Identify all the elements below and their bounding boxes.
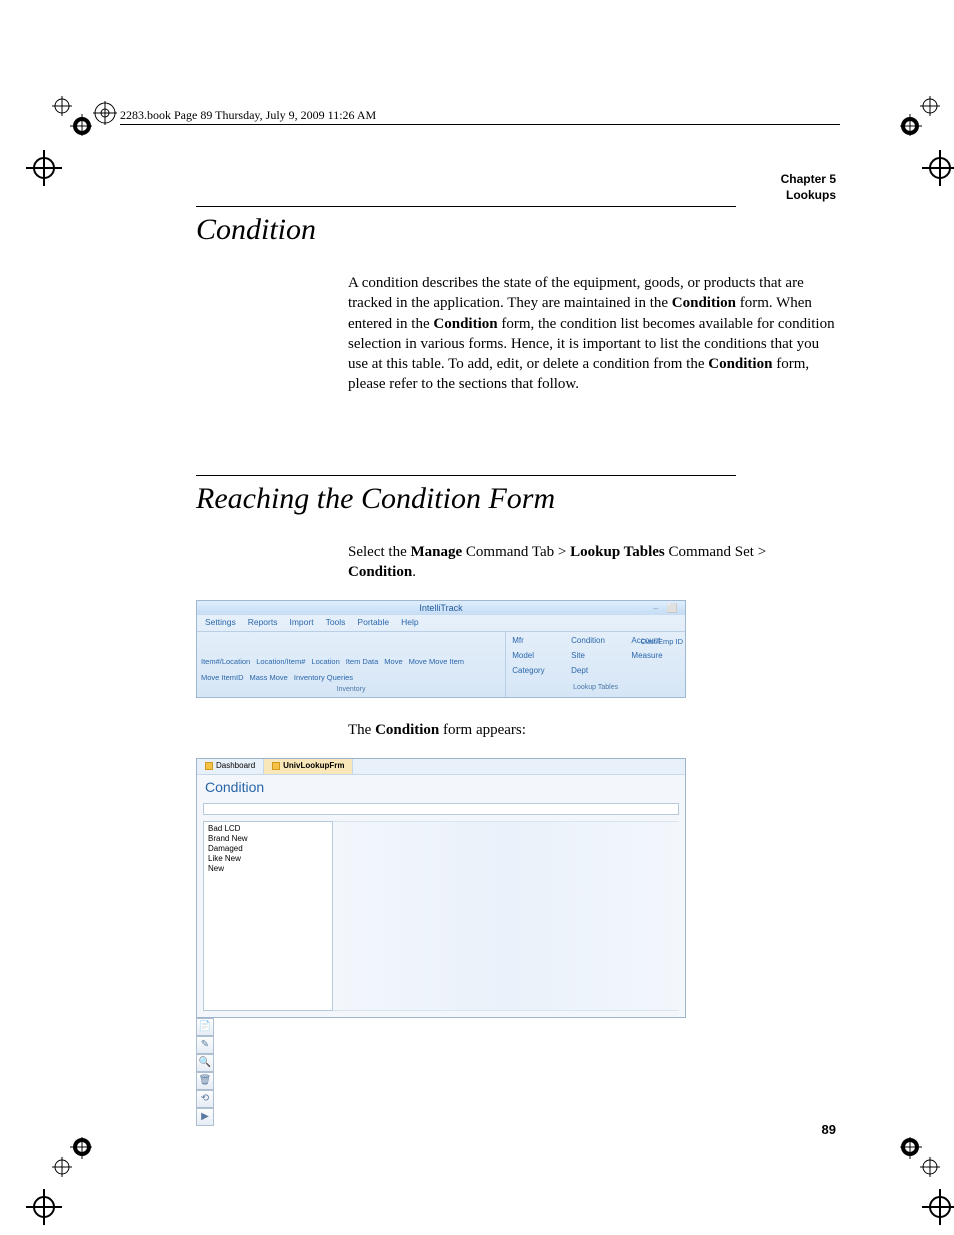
crosshair-icon (24, 148, 64, 188)
ribbon-tab[interactable]: Portable (357, 617, 389, 628)
regmark-icon (52, 1137, 92, 1177)
ribbon-item[interactable]: Cust/Emp ID (640, 638, 683, 646)
slug-ornament-icon (90, 98, 120, 133)
header-slug: 2283.book Page 89 Thursday, July 9, 2009… (120, 108, 376, 123)
condition-form-screenshot: Dashboard UnivLookupFrm Condition Bad LC… (196, 758, 686, 1126)
ribbon-item[interactable]: Mfr (512, 636, 561, 650)
section-title-reaching: Reaching the Condition Form (196, 482, 836, 516)
crosshair-icon (24, 1187, 64, 1227)
condition-appears-paragraph: The Condition form appears: (348, 720, 836, 740)
list-item[interactable]: Bad LCD (208, 824, 328, 834)
page-number: 89 (822, 1122, 836, 1137)
ribbon-item[interactable]: Dept (571, 666, 621, 680)
chapter-number: Chapter 5 (781, 172, 836, 188)
reaching-paragraph: Select the Manage Command Tab > Lookup T… (348, 542, 836, 583)
regmark-icon (900, 96, 940, 136)
condition-paragraph: A condition describes the state of the e… (348, 273, 836, 395)
ribbon-tabs: Settings Reports Import Tools Portable H… (197, 615, 685, 631)
ribbon-item[interactable]: Model (512, 651, 561, 665)
ribbon-screenshot: IntelliTrack – ⬜ Settings Reports Import… (196, 600, 686, 698)
ribbon-item[interactable]: Move Move Item (409, 657, 464, 667)
ribbon-item[interactable]: Site (571, 651, 621, 665)
chapter-heading: Chapter 5 Lookups (781, 172, 836, 203)
list-item[interactable]: New (208, 864, 328, 874)
list-item[interactable]: Brand New (208, 834, 328, 844)
section-title-condition: Condition (196, 213, 836, 247)
ribbon-item[interactable]: Item Data (346, 657, 379, 667)
section-rule (196, 206, 736, 207)
tab-icon (205, 762, 213, 770)
search-input[interactable] (203, 803, 679, 815)
ribbon-group-lookup: Mfr Condition Account Model Site Measure… (506, 632, 685, 697)
ribbon-item[interactable]: Move ItemID (201, 673, 244, 683)
window-buttons[interactable]: – ⬜ (653, 602, 681, 614)
toolbar-delete-button[interactable]: 🗑 (196, 1072, 214, 1090)
tab-icon (272, 762, 280, 770)
app-title: IntelliTrack (419, 603, 462, 613)
toolbar-find-button[interactable]: 🔍 (196, 1054, 214, 1072)
ribbon-item[interactable]: Category (512, 666, 561, 680)
tab-dashboard[interactable]: Dashboard (197, 759, 264, 774)
ribbon-item[interactable]: Location/Item# (256, 657, 305, 667)
ribbon-item[interactable]: Mass Move (250, 673, 288, 683)
ribbon-tab[interactable]: Help (401, 617, 418, 628)
tab-univlookupfrm[interactable]: UnivLookupFrm (264, 759, 353, 774)
crosshair-icon (920, 148, 954, 188)
ribbon-tab[interactable]: Import (289, 617, 313, 628)
crosshair-icon (920, 1187, 954, 1227)
ribbon-item[interactable] (631, 666, 679, 680)
section-rule (196, 475, 736, 476)
ribbon-tab[interactable]: Reports (248, 617, 278, 628)
chapter-title: Lookups (781, 188, 836, 204)
form-toolbar: 📄 ✎ 🔍 🗑 ⟲ ▶ (196, 1018, 686, 1126)
detail-panel (333, 821, 679, 1011)
list-item[interactable]: Damaged (208, 844, 328, 854)
ribbon-item[interactable]: Inventory Queries (294, 673, 353, 683)
ribbon-item[interactable]: Condition (571, 636, 621, 650)
toolbar-refresh-button[interactable]: ⟲ (196, 1090, 214, 1108)
ribbon-group-inventory: Item#/Location Location/Item# Location I… (197, 632, 506, 697)
toolbar-go-button[interactable]: ▶ (196, 1108, 214, 1126)
slug-text: 2283.book Page 89 Thursday, July 9, 2009… (120, 108, 376, 122)
ribbon-item[interactable]: Measure (631, 651, 679, 665)
toolbar-edit-button[interactable]: ✎ (196, 1036, 214, 1054)
regmark-icon (900, 1137, 940, 1177)
regmark-icon (52, 96, 92, 136)
ribbon-tab[interactable]: Settings (205, 617, 236, 628)
ribbon-group-label: Inventory (337, 685, 366, 694)
ribbon-item[interactable]: Location (311, 657, 339, 667)
toolbar-new-button[interactable]: 📄 (196, 1018, 214, 1036)
ribbon-item[interactable]: Item#/Location (201, 657, 250, 667)
ribbon-group-label: Lookup Tables (512, 683, 679, 695)
ribbon-titlebar: IntelliTrack – ⬜ (197, 601, 685, 615)
form-title: Condition (197, 775, 685, 799)
ribbon-item[interactable]: Move (384, 657, 402, 667)
ribbon-tab[interactable]: Tools (326, 617, 346, 628)
list-item[interactable]: Like New (208, 854, 328, 864)
condition-list[interactable]: Bad LCD Brand New Damaged Like New New (203, 821, 333, 1011)
